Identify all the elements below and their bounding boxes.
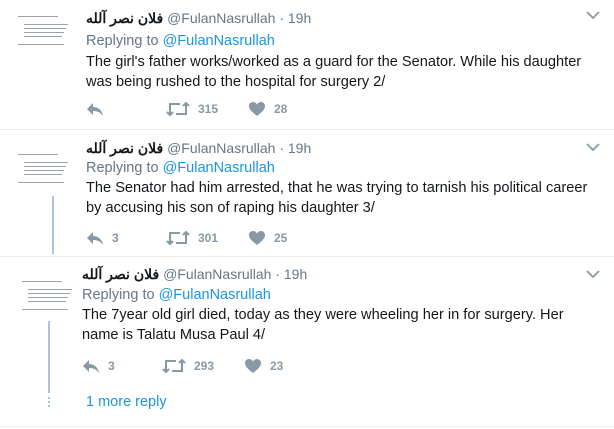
tweet-text-line: The girl's father works/worked as a guar… [86, 54, 582, 70]
reply-icon [83, 360, 99, 373]
display-name[interactable]: فلان نصر آلله [86, 140, 163, 156]
chevron-down-icon[interactable] [586, 270, 600, 279]
reply-button[interactable]: 3 [82, 356, 115, 376]
chevron-down-icon[interactable] [586, 11, 600, 20]
retweet-count: 315 [198, 102, 219, 116]
thread-line [52, 196, 54, 254]
tweet-text-line: by accusing his son of raping his daught… [86, 200, 375, 216]
retweet-icon [162, 358, 186, 374]
user-handle[interactable]: @FulanNasrullah [167, 10, 275, 26]
replying-to: Replying to @FulanNasrullah [86, 158, 275, 178]
tweet-2[interactable]: فلان نصر آلله @FulanNasrullah · 19h Repl… [0, 130, 614, 255]
retweet-button[interactable]: 293 [162, 356, 214, 376]
tweet-text-line: The 7year old girl died, today as they w… [82, 307, 564, 323]
display-name[interactable]: فلان نصر آلله [86, 10, 163, 26]
replying-to: Replying to @FulanNasrullah [86, 31, 275, 51]
like-count: 25 [274, 231, 288, 245]
tweet-text-line: The Senator had him arrested, that he wa… [86, 180, 588, 196]
avatar[interactable] [16, 150, 72, 196]
retweet-button[interactable]: 301 [166, 228, 218, 248]
thread-dot [48, 401, 50, 403]
tweet-text-line: was being rushed to the hospital for sur… [86, 74, 386, 90]
tweet-header: فلان نصر آلله @FulanNasrullah · 19h [86, 9, 311, 27]
reply-button[interactable] [86, 99, 112, 119]
thread-dot [48, 397, 50, 399]
like-count: 28 [274, 102, 288, 116]
timestamp[interactable]: 19h [288, 10, 311, 26]
avatar[interactable] [16, 12, 72, 58]
reply-count: 3 [112, 231, 119, 245]
timestamp[interactable]: 19h [284, 266, 307, 282]
display-name[interactable]: فلان نصر آلله [82, 266, 159, 282]
separator-dot: · [279, 140, 284, 156]
tweet-1[interactable]: فلان نصر آلله @FulanNasrullah · 19h Repl… [0, 0, 614, 129]
like-icon [245, 359, 261, 373]
tweet-header: فلان نصر آلله @FulanNasrullah · 19h [86, 139, 311, 157]
like-button[interactable]: 25 [248, 228, 287, 248]
divider [0, 426, 614, 427]
retweet-count: 301 [198, 231, 219, 245]
thread-dot [48, 405, 50, 407]
reply-icon [87, 232, 103, 245]
like-icon [249, 102, 265, 116]
like-icon [249, 231, 265, 245]
timestamp[interactable]: 19h [288, 140, 311, 156]
mention-link[interactable]: @FulanNasrullah [159, 287, 271, 303]
retweet-icon [166, 230, 190, 246]
replying-to-label: Replying to [82, 287, 159, 303]
thread-line [48, 321, 50, 393]
user-handle[interactable]: @FulanNasrullah [167, 140, 275, 156]
reply-count: 3 [108, 359, 115, 373]
like-button[interactable]: 23 [244, 356, 283, 376]
tweet-header: فلان نصر آلله @FulanNasrullah · 19h [82, 265, 307, 283]
replying-to-label: Replying to [86, 160, 163, 176]
replying-to: Replying to @FulanNasrullah [82, 285, 271, 305]
reply-button[interactable]: 3 [86, 228, 119, 248]
tweet-text: The Senator had him arrested, that he wa… [86, 178, 596, 218]
retweet-button[interactable]: 315 [166, 99, 218, 119]
reply-icon [87, 103, 103, 116]
retweet-icon [166, 101, 190, 117]
tweet-text: The girl's father works/worked as a guar… [86, 52, 596, 92]
retweet-count: 293 [194, 359, 215, 373]
more-replies-link[interactable]: 1 more reply [86, 394, 167, 410]
like-count: 23 [270, 359, 284, 373]
separator-dot: · [275, 266, 280, 282]
like-button[interactable]: 28 [248, 99, 287, 119]
replying-to-label: Replying to [86, 33, 163, 49]
user-handle[interactable]: @FulanNasrullah [163, 266, 271, 282]
avatar[interactable] [20, 277, 76, 323]
tweet-text-line: name is Talatu Musa Paul 4/ [82, 327, 266, 343]
mention-link[interactable]: @FulanNasrullah [163, 33, 275, 49]
tweet-text: The 7year old girl died, today as they w… [82, 305, 592, 345]
mention-link[interactable]: @FulanNasrullah [163, 160, 275, 176]
separator-dot: · [279, 10, 284, 26]
chevron-down-icon[interactable] [586, 143, 600, 152]
